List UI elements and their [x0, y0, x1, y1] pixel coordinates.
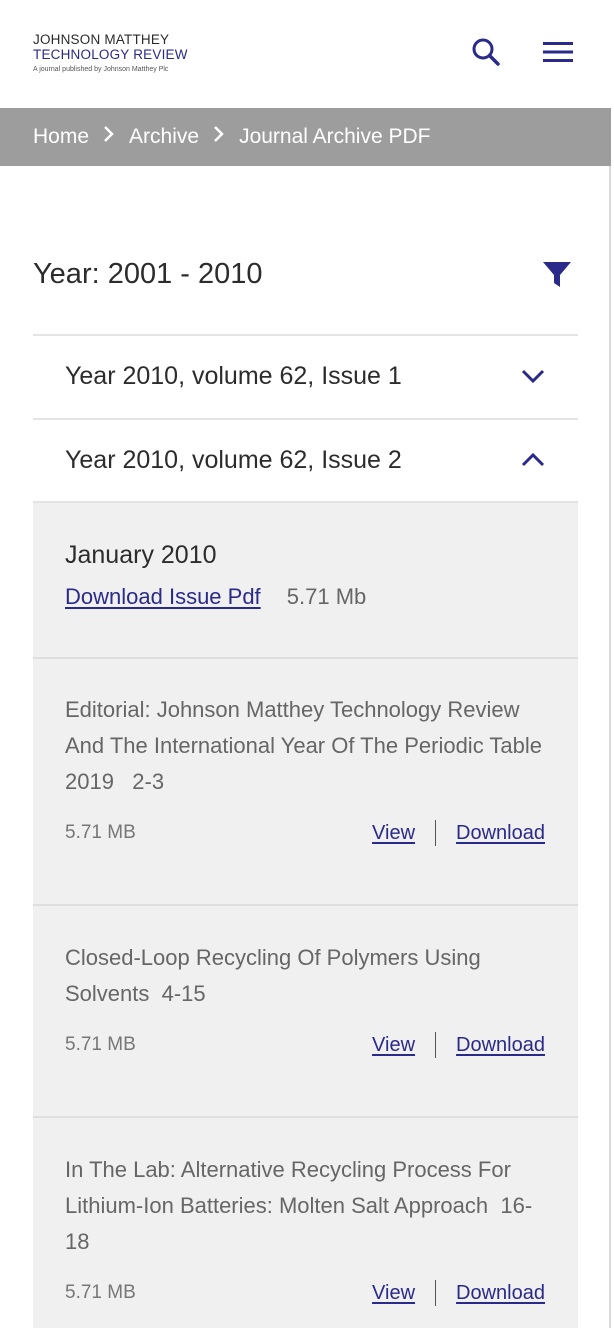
article-title: Closed-Loop Recycling Of Polymers Using … [65, 945, 481, 1006]
logo-line-2: TECHNOLOGY REVIEW [33, 47, 188, 62]
issue-summary: January 2010 Download Issue Pdf 5.71 Mb [65, 541, 366, 610]
site-logo[interactable]: JOHNSON MATTHEY TECHNOLOGY REVIEW A jour… [33, 32, 188, 73]
link-separator [435, 820, 437, 846]
article-title: In The Lab: Alternative Recycling Proces… [65, 1157, 533, 1254]
site-header: JOHNSON MATTHEY TECHNOLOGY REVIEW A jour… [0, 0, 611, 108]
chevron-right-icon [103, 125, 115, 149]
accordion-header[interactable]: Year 2010, volume 62, Issue 2 [33, 418, 578, 500]
article-view-link[interactable]: View [372, 822, 415, 845]
accordion-title: Year 2010, volume 62, Issue 2 [65, 445, 402, 474]
chevron-up-icon[interactable] [518, 445, 548, 475]
year-range-title: Year: 2001 - 2010 [33, 257, 263, 290]
hamburger-menu-icon[interactable] [541, 36, 573, 68]
article-view-link[interactable]: View [372, 1034, 415, 1057]
divider [33, 904, 578, 906]
year-filter-row: Year: 2001 - 2010 [33, 250, 578, 298]
filter-icon[interactable] [542, 259, 572, 289]
logo-line-1: JOHNSON MATTHEY [33, 32, 170, 47]
logo-tagline: A journal published by Johnson Matthey P… [33, 66, 169, 73]
issue-file-size: 5.71 Mb [286, 584, 367, 609]
breadcrumb-home[interactable]: Home [33, 125, 89, 149]
accordion-issue-1[interactable]: Year 2010, volume 62, Issue 1 [33, 334, 578, 416]
breadcrumb: Home Archive Journal Archive PDF [0, 108, 611, 166]
article-meta: 5.71 MB View Download [65, 1032, 545, 1058]
article-download-link[interactable]: Download [456, 1034, 545, 1057]
chevron-right-icon [213, 125, 225, 149]
accordion-title: Year 2010, volume 62, Issue 1 [65, 361, 402, 390]
breadcrumb-current: Journal Archive PDF [239, 125, 431, 148]
issue-month: January 2010 [65, 541, 217, 569]
article-pages: 4-15 [161, 981, 206, 1006]
article-pages: 2-3 [132, 769, 165, 794]
chevron-down-icon[interactable] [518, 361, 548, 391]
divider [33, 657, 578, 659]
search-icon[interactable] [470, 36, 502, 68]
article-file-size: 5.71 MB [65, 1282, 136, 1303]
article-download-link[interactable]: Download [456, 1282, 545, 1305]
article-item: Editorial: Johnson Matthey Technology Re… [65, 692, 545, 846]
issue-download-row: Download Issue Pdf 5.71 Mb [65, 584, 366, 610]
download-issue-pdf-link[interactable]: Download Issue Pdf [65, 584, 261, 609]
article-download-link[interactable]: Download [456, 822, 545, 845]
accordion-issue-2[interactable]: Year 2010, volume 62, Issue 2 [33, 418, 578, 500]
accordion-header[interactable]: Year 2010, volume 62, Issue 1 [33, 334, 578, 416]
breadcrumb-archive[interactable]: Archive [129, 125, 199, 149]
link-separator [435, 1280, 437, 1306]
article-file-size: 5.71 MB [65, 1034, 136, 1055]
article-item: Closed-Loop Recycling Of Polymers Using … [65, 940, 545, 1058]
article-meta: 5.71 MB View Download [65, 1280, 545, 1306]
article-view-link[interactable]: View [372, 1282, 415, 1305]
article-meta: 5.71 MB View Download [65, 820, 545, 846]
article-item: In The Lab: Alternative Recycling Proces… [65, 1152, 545, 1306]
article-file-size: 5.71 MB [65, 822, 136, 843]
divider [33, 1116, 578, 1118]
article-title: Editorial: Johnson Matthey Technology Re… [65, 697, 542, 794]
issue-panel: January 2010 Download Issue Pdf 5.71 Mb … [33, 501, 578, 1328]
link-separator [435, 1032, 437, 1058]
